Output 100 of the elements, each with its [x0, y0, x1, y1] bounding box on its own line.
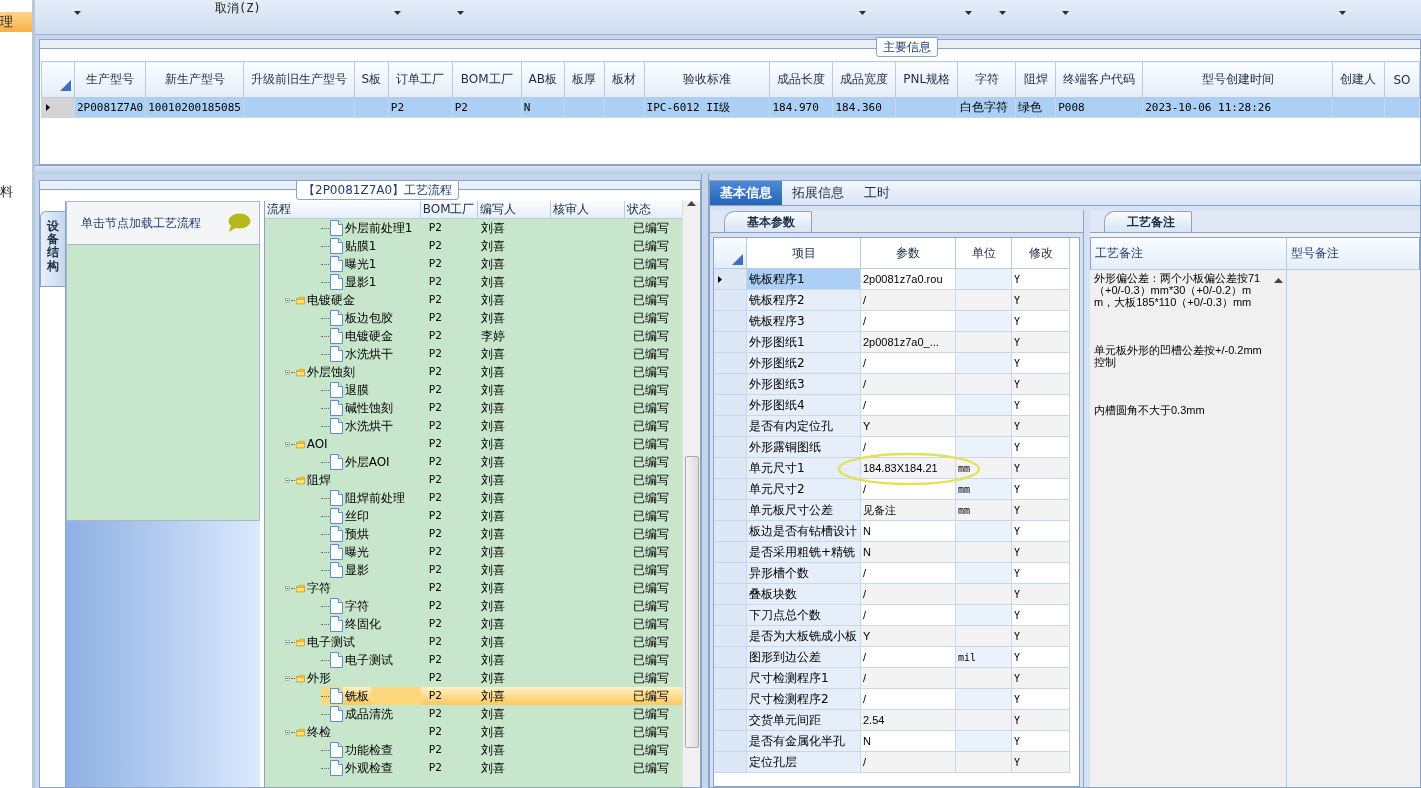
tree-row[interactable]: 电镀硬金 P2 李婷 已编写	[264, 327, 683, 345]
dropdown-arrow-icon[interactable]	[859, 11, 866, 15]
column-header[interactable]: 工艺备注	[1091, 238, 1287, 269]
tree-row[interactable]: 外形 P2 刘喜 已编写	[264, 669, 683, 687]
column-header[interactable]: PNL规格	[895, 61, 958, 98]
collapse-icon[interactable]	[284, 673, 290, 683]
table-row[interactable]: 板边是否有钻槽设计 N Y	[714, 521, 1079, 542]
table-row[interactable]: 单元尺寸1 184.83X184.21 mm Y	[714, 458, 1079, 479]
tree-row[interactable]: 外观检查 P2 刘喜 已编写	[264, 759, 683, 777]
table-row[interactable]: 外形图纸3 / Y	[714, 374, 1079, 395]
table-row[interactable]: 铣板程序1 2p0081z7a0.rou Y	[714, 269, 1079, 290]
column-header[interactable]: 订单工厂	[388, 61, 453, 98]
column-header[interactable]: 流程	[264, 201, 421, 218]
dropdown-arrow-icon[interactable]	[1062, 11, 1069, 15]
tree-row[interactable]: 阻焊前处理 P2 刘喜 已编写	[264, 489, 683, 507]
collapse-icon[interactable]	[284, 367, 290, 377]
tree-row[interactable]: 电子测试 P2 刘喜 已编写	[264, 651, 683, 669]
tree-row[interactable]: 电镀硬金 P2 刘喜 已编写	[264, 291, 683, 309]
tree-row[interactable]: 曝光1 P2 刘喜 已编写	[264, 255, 683, 273]
table-row[interactable]: 铣板程序3 / Y	[714, 311, 1079, 332]
scroll-up-icon[interactable]	[1273, 278, 1283, 283]
tree-row[interactable]: 成品清洗 P2 刘喜 已编写	[264, 705, 683, 723]
panel-tab[interactable]: 工艺备注	[1104, 211, 1192, 232]
column-header[interactable]: BOM工厂	[420, 201, 478, 218]
tree-row[interactable]: 显影1 P2 刘喜 已编写	[264, 273, 683, 291]
tree-row[interactable]: 退膜 P2 刘喜 已编写	[264, 381, 683, 399]
column-header[interactable]: 成品宽度	[832, 61, 896, 98]
panel-tab[interactable]: 基本参数	[724, 211, 812, 232]
vertical-tab[interactable]: 设备结构	[40, 211, 66, 287]
collapse-icon[interactable]	[284, 727, 290, 737]
column-header[interactable]: 核审人	[550, 201, 625, 218]
column-header[interactable]: 板厚	[564, 61, 605, 98]
tab[interactable]: 基本信息	[710, 181, 782, 205]
tree-row[interactable]: 外层蚀刻 P2 刘喜 已编写	[264, 363, 683, 381]
dropdown-arrow-icon[interactable]	[74, 11, 81, 15]
table-row[interactable]: 异形槽个数 / Y	[714, 563, 1079, 584]
tree-row[interactable]: 显影 P2 刘喜 已编写	[264, 561, 683, 579]
tree-row[interactable]: 丝印 P2 刘喜 已编写	[264, 507, 683, 525]
table-row[interactable]: 外形露铜图纸 / Y	[714, 437, 1079, 458]
column-header[interactable]: AB板	[521, 61, 565, 98]
dropdown-arrow-icon[interactable]	[457, 11, 464, 15]
dropdown-arrow-icon[interactable]	[394, 11, 401, 15]
table-row[interactable]: 尺寸检测程序2 / Y	[714, 689, 1079, 710]
column-header[interactable]: 板材	[604, 61, 645, 98]
column-header[interactable]: 生产型号	[74, 61, 146, 98]
dropdown-arrow-icon[interactable]	[1339, 11, 1346, 15]
table-row[interactable]: 下刀点总个数 / Y	[714, 605, 1079, 626]
tree-row[interactable]: 水洗烘干 P2 刘喜 已编写	[264, 345, 683, 363]
column-header[interactable]: 终端客户代码	[1055, 61, 1143, 98]
collapse-icon[interactable]	[284, 295, 290, 305]
collapse-icon[interactable]	[284, 475, 290, 485]
column-header[interactable]: 升级前旧生产型号	[243, 61, 355, 98]
column-header[interactable]: 型号创建时间	[1142, 61, 1333, 98]
cancel-button[interactable]: 取消(Z)	[215, 0, 261, 16]
tree-row[interactable]: 碱性蚀刻 P2 刘喜 已编写	[264, 399, 683, 417]
table-row[interactable]: 外形图纸2 / Y	[714, 353, 1079, 374]
tree-row[interactable]: 预烘 P2 刘喜 已编写	[264, 525, 683, 543]
column-header[interactable]: 新生产型号	[145, 61, 244, 98]
column-header[interactable]: 编写人	[477, 201, 551, 218]
table-row[interactable]: 是否为大板铣成小板 Y Y	[714, 626, 1079, 647]
sidebar-item[interactable]: 料	[0, 182, 32, 202]
table-row[interactable]: 单元尺寸2 / mm Y	[714, 479, 1079, 500]
sidebar-item[interactable]: 理	[0, 12, 32, 32]
tree-row[interactable]: 板边包胶 P2 刘喜 已编写	[264, 309, 683, 327]
tab[interactable]: 工时	[854, 181, 900, 205]
table-row[interactable]: 是否有内定位孔 Y Y	[714, 416, 1079, 437]
column-header[interactable]: 验收标准	[644, 61, 770, 98]
splitter-bar[interactable]	[35, 165, 1421, 174]
tree-row[interactable]: 曝光 P2 刘喜 已编写	[264, 543, 683, 561]
table-row[interactable]: 是否有金属化半孔 N Y	[714, 731, 1079, 752]
table-row[interactable]: 单元板尺寸公差 见备注 mm Y	[714, 500, 1079, 521]
column-header[interactable]: 创建人	[1332, 61, 1385, 98]
collapse-icon[interactable]	[284, 439, 290, 449]
column-header[interactable]: SO	[1384, 61, 1420, 98]
table-row[interactable]: 铣板程序2 / Y	[714, 290, 1079, 311]
tree-row[interactable]: 字符 P2 刘喜 已编写	[264, 597, 683, 615]
dropdown-arrow-icon[interactable]	[965, 11, 972, 15]
table-row[interactable]: 2P0081Z7A0 10010200185085 P2 P2 N IPC-6012 II级 184.970 184.360 白色字符 绿色 P008 2023-10-06 11:28:26	[41, 97, 1420, 118]
collapse-icon[interactable]	[284, 583, 290, 593]
tree-row[interactable]: 贴膜1 P2 刘喜 已编写	[264, 237, 683, 255]
column-header[interactable]: 型号备注	[1287, 238, 1419, 269]
tree-row[interactable]: 功能检查 P2 刘喜 已编写	[264, 741, 683, 759]
table-row[interactable]: 定位孔层 / Y	[714, 752, 1079, 773]
column-header[interactable]: 字符	[957, 61, 1016, 98]
scroll-up-icon[interactable]	[687, 201, 696, 206]
column-header[interactable]: S板	[354, 61, 389, 98]
table-row[interactable]: 外形图纸1 2p0081z7a0_... Y	[714, 332, 1079, 353]
column-header[interactable]: 成品长度	[769, 61, 833, 98]
tree-row[interactable]: 电子测试 P2 刘喜 已编写	[264, 633, 683, 651]
tree-row[interactable]: AOI P2 刘喜 已编写	[264, 435, 683, 453]
table-row[interactable]: 图形到边公差 / mil Y	[714, 647, 1079, 668]
tree-row[interactable]: 外层前处理1 P2 刘喜 已编写	[264, 219, 683, 237]
scrollbar-thumb[interactable]	[685, 456, 699, 748]
table-row[interactable]: 是否采用粗铣+精铣 N Y	[714, 542, 1079, 563]
column-header[interactable]: 阻焊	[1015, 61, 1056, 98]
table-row[interactable]: 交货单元间距 2.54 Y	[714, 710, 1079, 731]
tab[interactable]: 拓展信息	[782, 181, 854, 205]
table-row[interactable]: 尺寸检测程序1 / Y	[714, 668, 1079, 689]
column-header[interactable]: BOM工厂	[452, 61, 522, 98]
table-row[interactable]: 叠板块数 / Y	[714, 584, 1079, 605]
